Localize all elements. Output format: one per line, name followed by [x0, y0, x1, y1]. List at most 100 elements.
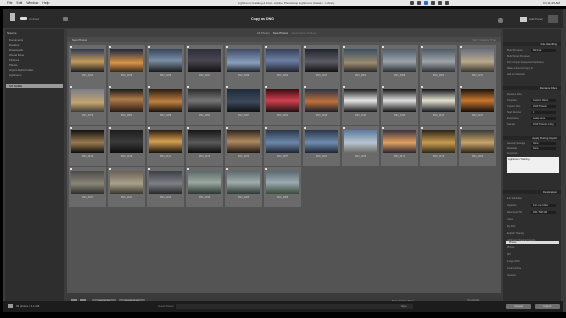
include-checkbox[interactable] [226, 168, 228, 170]
photo-thumbnail[interactable] [266, 171, 299, 194]
clock[interactable]: Fri 11:23 AM [543, 1, 560, 5]
tab-all-photos[interactable]: All Photos [257, 31, 270, 35]
thumbnail-cell[interactable]: DSC_0132 [69, 126, 106, 166]
include-checkbox[interactable] [421, 127, 423, 129]
include-checkbox[interactable] [187, 86, 189, 88]
include-checkbox[interactable] [265, 168, 267, 170]
thumbnail-cell[interactable]: DSC_0042 [264, 45, 301, 85]
photo-thumbnail[interactable] [422, 130, 455, 153]
thumbnail-cell[interactable]: DSC_0047 [303, 45, 340, 85]
include-checkbox[interactable] [460, 86, 462, 88]
source-item[interactable]: Pictures [9, 58, 19, 62]
photo-thumbnail[interactable] [227, 49, 260, 72]
include-checkbox[interactable] [187, 46, 189, 48]
photo-thumbnail[interactable] [71, 130, 104, 153]
photo-thumbnail[interactable] [266, 49, 299, 72]
destination-menu-icon[interactable] [548, 15, 558, 23]
source-item[interactable]: Documents [9, 38, 23, 42]
menu-edit[interactable]: Edit [16, 1, 22, 5]
include-checkbox[interactable] [460, 46, 462, 48]
photo-thumbnail[interactable] [305, 89, 338, 112]
include-checkbox[interactable] [343, 86, 345, 88]
battery-icon[interactable] [438, 1, 442, 5]
thumbnail-cell[interactable]: DSC_0199 [186, 167, 223, 207]
thumbnail-cell[interactable]: DSC_0123 [420, 85, 457, 125]
import-source-badge[interactable] [20, 17, 27, 20]
thumbnail-cell[interactable]: DSC_0089 [147, 85, 184, 125]
photo-thumbnail[interactable] [188, 130, 221, 153]
include-checkbox[interactable] [187, 127, 189, 129]
thumbnail-cell[interactable]: DSC_0118 [381, 85, 418, 125]
thumbnail-cell[interactable]: DSC_0145 [186, 126, 223, 166]
include-checkbox[interactable] [304, 46, 306, 48]
volume-icon[interactable] [445, 1, 449, 5]
include-checkbox[interactable] [343, 46, 345, 48]
thumbnail-cell[interactable]: DSC_0071 [459, 45, 496, 85]
thumbnail-cell[interactable]: DSC_0182 [459, 126, 496, 166]
photo-thumbnail[interactable] [461, 89, 494, 112]
include-checkbox[interactable] [70, 86, 72, 88]
include-checkbox[interactable] [226, 46, 228, 48]
thumbnail-cell[interactable]: DSC_0102 [264, 85, 301, 125]
thumbnail-cell[interactable]: DSC_0093 [186, 85, 223, 125]
wifi-icon[interactable] [431, 1, 435, 5]
keywords-field[interactable]: Lightroom Training [507, 157, 559, 173]
include-checkbox[interactable] [109, 127, 111, 129]
include-checkbox[interactable] [148, 46, 150, 48]
thumbnail-cell[interactable]: DSC_0051 [342, 45, 379, 85]
include-checkbox[interactable] [382, 86, 384, 88]
import-preset-select[interactable] [176, 304, 413, 309]
include-checkbox[interactable] [148, 127, 150, 129]
thumbnail-cell[interactable]: DSC_0012 [69, 45, 106, 85]
photo-thumbnail[interactable] [422, 49, 455, 72]
include-checkbox[interactable] [304, 127, 306, 129]
include-checkbox[interactable] [70, 127, 72, 129]
panel-section-header[interactable]: Destination [503, 190, 561, 194]
cancel-button[interactable]: Cancel [506, 304, 531, 309]
thumbnail-cell[interactable]: DSC_0176 [420, 126, 457, 166]
photo-thumbnail[interactable] [188, 89, 221, 112]
source-item[interactable]: iCloud Drive [9, 53, 24, 57]
photo-thumbnail[interactable] [110, 130, 143, 153]
source-item[interactable]: Downloads [9, 48, 23, 52]
thumbnail-cell[interactable]: DSC_0208 [264, 167, 301, 207]
photo-thumbnail[interactable] [305, 130, 338, 153]
menu-window[interactable]: Window [26, 1, 38, 5]
photo-thumbnail[interactable] [149, 171, 182, 194]
photo-thumbnail[interactable] [344, 130, 377, 153]
status-icon[interactable] [417, 1, 421, 5]
include-checkbox[interactable] [343, 127, 345, 129]
thumbnail-cell[interactable]: DSC_0157 [264, 126, 301, 166]
photo-thumbnail[interactable] [149, 89, 182, 112]
panel-section-header[interactable]: File Handling [503, 42, 561, 46]
photo-thumbnail[interactable] [227, 130, 260, 153]
photo-thumbnail[interactable] [266, 130, 299, 153]
photo-thumbnail[interactable] [383, 130, 416, 153]
photo-thumbnail[interactable] [188, 171, 221, 194]
thumbnail-cell[interactable]: DSC_0195 [147, 167, 184, 207]
thumbnail-cell[interactable]: DSC_0019 [108, 45, 145, 85]
include-checkbox[interactable] [265, 46, 267, 48]
include-checkbox[interactable] [70, 46, 72, 48]
thumbnail-cell[interactable]: DSC_0097 [225, 85, 262, 125]
destination-toggle-icon[interactable] [498, 18, 503, 23]
thumbnail-cell[interactable]: DSC_0152 [225, 126, 262, 166]
option-field[interactable] [531, 111, 556, 114]
status-icon[interactable] [410, 1, 414, 5]
thumbnail-cell[interactable]: DSC_0108 [303, 85, 340, 125]
thumbnail-cell[interactable]: DSC_0141 [147, 126, 184, 166]
source-item[interactable]: NO NAME [6, 84, 63, 88]
photo-thumbnail[interactable] [461, 130, 494, 153]
photo-thumbnail[interactable] [422, 89, 455, 112]
thumbnail-cell[interactable]: DSC_0166 [342, 126, 379, 166]
thumbnail-cell[interactable]: DSC_0082 [108, 85, 145, 125]
bluetooth-icon[interactable] [424, 1, 428, 5]
photo-thumbnail[interactable] [266, 89, 299, 112]
photo-thumbnail[interactable] [71, 49, 104, 72]
source-item[interactable]: Photos [9, 63, 18, 67]
source-panel-header[interactable]: Source [7, 31, 17, 35]
include-checkbox[interactable] [226, 86, 228, 88]
thumbnail-cell[interactable]: DSC_0127 [459, 85, 496, 125]
include-checkbox[interactable] [421, 86, 423, 88]
include-checkbox[interactable] [460, 127, 462, 129]
